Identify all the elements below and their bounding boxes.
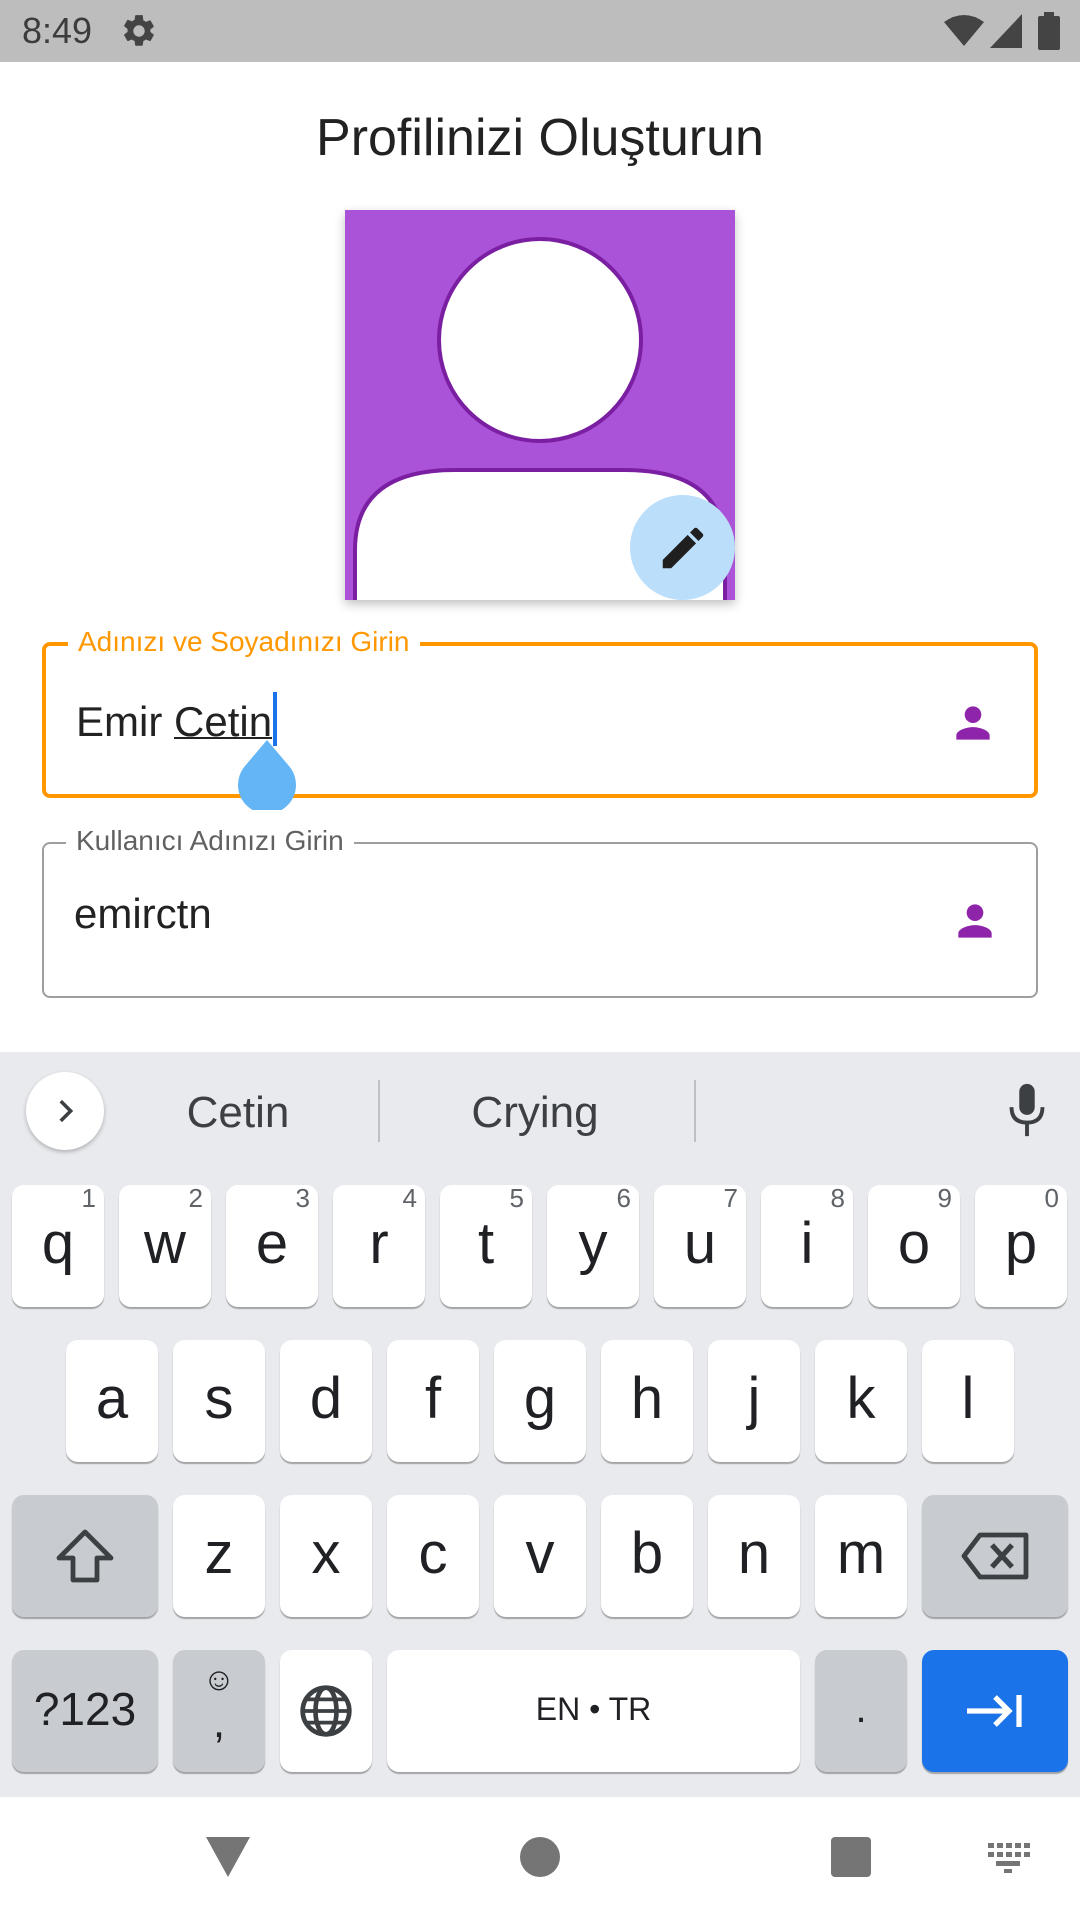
globe-icon — [300, 1685, 352, 1737]
key-z[interactable]: z — [173, 1495, 265, 1617]
key-hint: 4 — [402, 1183, 417, 1213]
full-name-first: Emir — [76, 698, 174, 745]
key-b[interactable]: b — [601, 1495, 693, 1617]
tab-next-icon — [967, 1695, 1022, 1727]
full-name-value[interactable]: Emir Cetin — [76, 692, 278, 746]
back-icon[interactable] — [206, 1837, 250, 1877]
backspace-key[interactable] — [922, 1495, 1068, 1617]
key-hint: 8 — [830, 1183, 845, 1213]
key-hint: 3 — [295, 1183, 310, 1213]
key-r[interactable]: r4 — [333, 1183, 425, 1307]
key-a[interactable]: a — [66, 1340, 158, 1462]
key-q[interactable]: q1 — [12, 1183, 104, 1307]
key-v[interactable]: v — [494, 1495, 586, 1617]
backspace-icon — [961, 1532, 1029, 1580]
suggestion-divider — [694, 1080, 696, 1142]
key-p[interactable]: p0 — [975, 1183, 1067, 1307]
status-bar: 8:49 — [0, 0, 1080, 62]
key-w[interactable]: w2 — [119, 1183, 211, 1307]
key-j[interactable]: j — [708, 1340, 800, 1462]
username-value[interactable]: emirctn — [74, 890, 212, 938]
text-cursor — [273, 692, 278, 746]
key-label: u — [683, 1211, 717, 1276]
key-h[interactable]: h — [601, 1340, 693, 1462]
key-m[interactable]: m — [815, 1495, 907, 1617]
key-hint: 2 — [188, 1183, 203, 1213]
key-i[interactable]: i8 — [761, 1183, 853, 1307]
suggestion-1[interactable]: Cetin — [150, 1088, 326, 1138]
recents-icon[interactable] — [831, 1837, 871, 1877]
full-name-label: Adınızı ve Soyadınızı Girin — [68, 626, 420, 658]
key-label: y — [578, 1211, 608, 1276]
key-n[interactable]: n — [708, 1495, 800, 1617]
key-e[interactable]: e3 — [226, 1183, 318, 1307]
period-key[interactable]: . — [815, 1650, 907, 1772]
suggestion-divider — [378, 1080, 380, 1142]
key-label: w — [144, 1211, 186, 1276]
status-time: 8:49 — [22, 10, 93, 51]
key-k[interactable]: k — [815, 1340, 907, 1462]
pencil-icon — [662, 527, 703, 568]
key-label: q — [41, 1211, 75, 1276]
key-label: o — [897, 1211, 931, 1276]
key-f[interactable]: f — [387, 1340, 479, 1462]
key-label: t — [477, 1211, 495, 1276]
key-hint: 6 — [616, 1183, 631, 1213]
key-o[interactable]: o9 — [868, 1183, 960, 1307]
key-t[interactable]: t5 — [440, 1183, 532, 1307]
shift-arrow-icon — [56, 1529, 114, 1583]
next-key[interactable] — [922, 1650, 1068, 1772]
full-name-field[interactable]: Adınızı ve Soyadınızı Girin Emir Cetin — [42, 626, 1038, 798]
key-hint: 7 — [723, 1183, 738, 1213]
key-hint: 9 — [937, 1183, 952, 1213]
battery-icon — [1038, 12, 1060, 50]
username-label: Kullanıcı Adınızı Girin — [66, 825, 354, 857]
wifi-icon — [944, 15, 984, 46]
key-l[interactable]: l — [922, 1340, 1014, 1462]
key-s[interactable]: s — [173, 1340, 265, 1462]
person-icon — [958, 904, 992, 938]
keyboard-switch-icon[interactable] — [986, 1841, 1030, 1873]
gear-icon — [124, 15, 154, 46]
signal-icon — [990, 14, 1022, 48]
soft-keyboard: Cetin Crying q1 w2 e3 r4 t5 y6 u7 i8 o9 … — [0, 1052, 1080, 1797]
home-icon[interactable] — [520, 1837, 560, 1877]
full-name-composing: Cetin — [174, 698, 273, 745]
suggestion-2[interactable]: Crying — [410, 1088, 660, 1138]
edit-avatar-button[interactable] — [630, 495, 735, 600]
comma-label: , — [212, 1698, 226, 1747]
key-label: r — [369, 1211, 389, 1276]
key-c[interactable]: c — [387, 1495, 479, 1617]
language-key[interactable] — [280, 1650, 372, 1772]
key-g[interactable]: g — [494, 1340, 586, 1462]
page-title: Profilinizi Oluşturun — [316, 109, 764, 167]
key-label: e — [255, 1211, 289, 1276]
space-key[interactable]: EN • TR — [387, 1650, 800, 1772]
key-hint: 0 — [1044, 1183, 1059, 1213]
key-y[interactable]: y6 — [547, 1183, 639, 1307]
key-hint: 5 — [509, 1183, 524, 1213]
key-u[interactable]: u7 — [654, 1183, 746, 1307]
key-label: i — [800, 1211, 814, 1276]
key-hint: 1 — [81, 1183, 96, 1213]
symbols-key[interactable]: ?123 — [12, 1650, 158, 1772]
navigation-bar — [0, 1797, 1080, 1920]
person-icon — [956, 706, 990, 740]
username-field[interactable]: Kullanıcı Adınızı Girin emirctn — [42, 825, 1038, 998]
chevron-right-icon — [59, 1099, 74, 1123]
key-label: p — [1004, 1211, 1038, 1276]
emoji-comma-key[interactable]: ☺ , — [173, 1650, 265, 1772]
suggestion-bar: Cetin Crying — [0, 1052, 1080, 1172]
shift-key[interactable] — [12, 1495, 158, 1617]
key-x[interactable]: x — [280, 1495, 372, 1617]
key-d[interactable]: d — [280, 1340, 372, 1462]
microphone-icon[interactable] — [1003, 1082, 1051, 1140]
cursor-handle[interactable] — [237, 740, 297, 810]
